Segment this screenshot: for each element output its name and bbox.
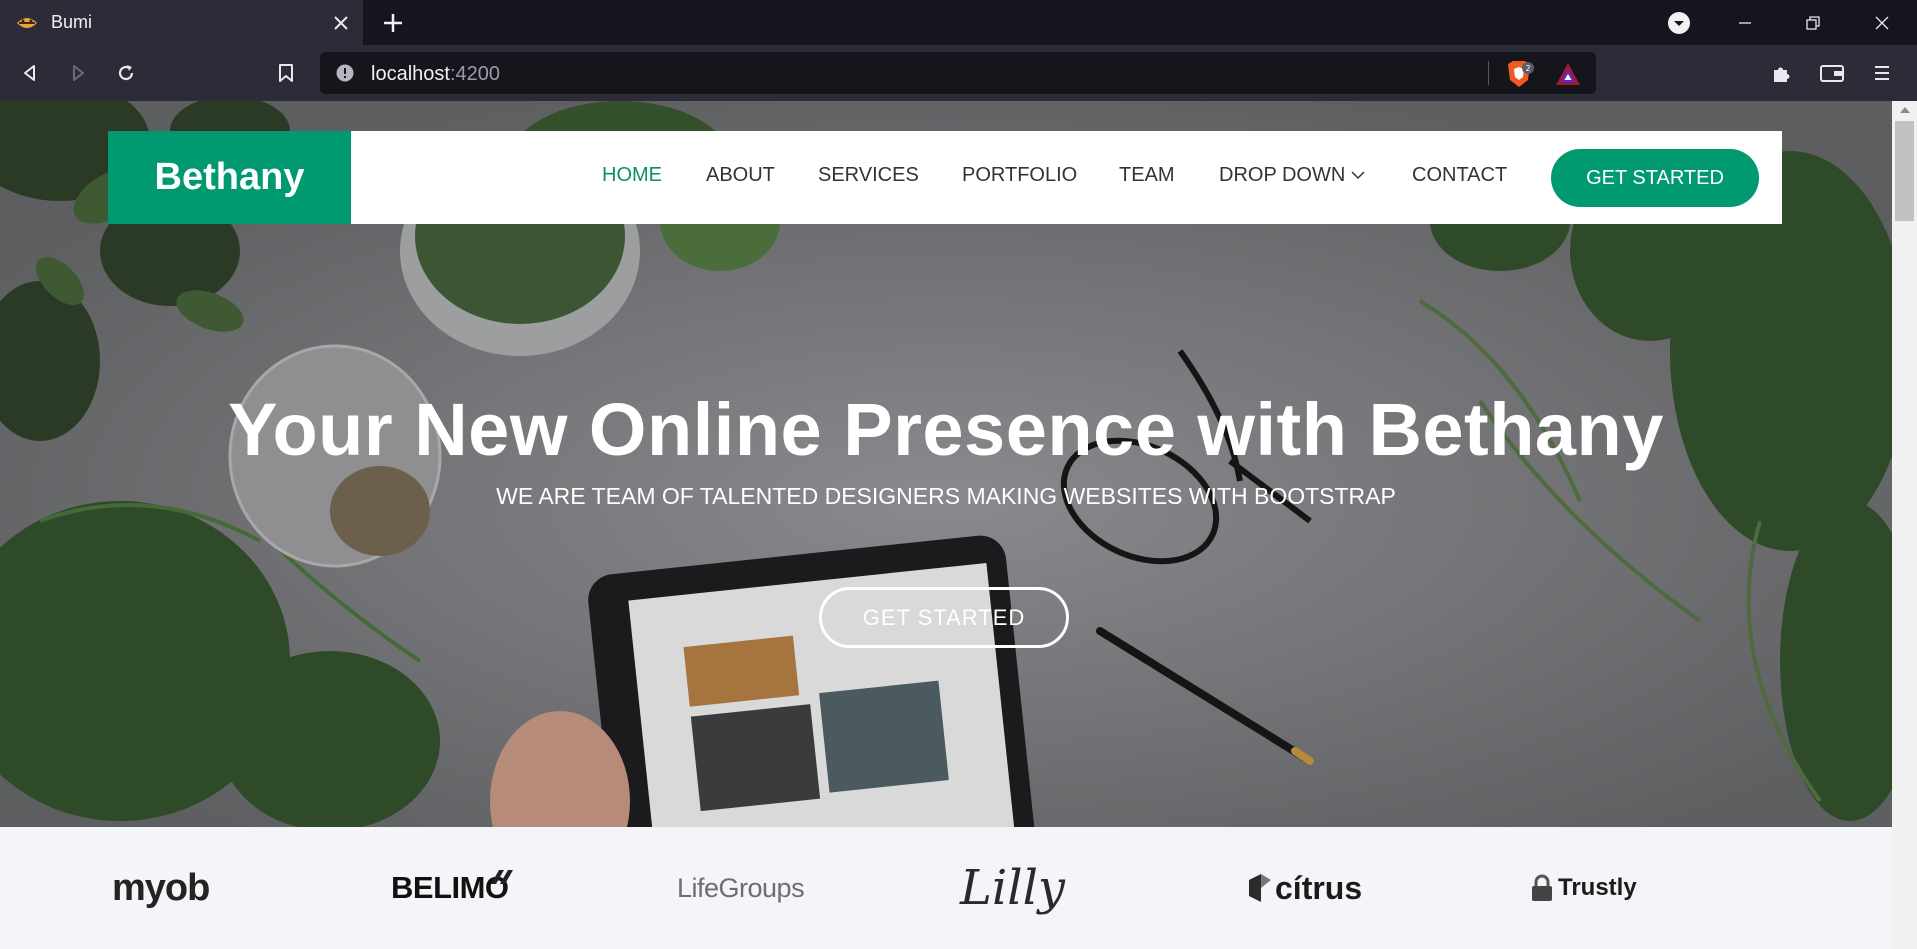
new-tab-icon[interactable] — [378, 8, 408, 38]
nav-team[interactable]: TEAM — [1119, 164, 1175, 187]
extensions-icon[interactable] — [1766, 57, 1798, 89]
page-scrollbar[interactable] — [1892, 101, 1917, 949]
client-logo-lifegroups[interactable]: LifeGroups — [677, 863, 805, 913]
nav-dropdown-label: DROP DOWN — [1219, 164, 1346, 186]
client-logo-myob[interactable]: myob — [112, 863, 210, 913]
belimo-mark-icon — [490, 870, 513, 884]
brave-shields-icon[interactable]: 2 — [1504, 60, 1534, 88]
back-icon[interactable] — [14, 57, 46, 89]
brave-rewards-icon[interactable] — [1554, 61, 1582, 87]
nav-services[interactable]: SERVICES — [818, 164, 919, 187]
clients-section: myob BELIMO LifeGroups Lilly cítrus Trus… — [0, 827, 1892, 949]
bumi-favicon-icon — [17, 17, 37, 28]
nav-home[interactable]: HOME — [602, 164, 662, 187]
browser-tab[interactable]: Bumi — [0, 0, 363, 45]
hero-subtitle: WE ARE TEAM OF TALENTED DESIGNERS MAKING… — [496, 483, 1396, 509]
url-text[interactable]: localhost:4200 — [371, 63, 500, 86]
address-bar[interactable]: localhost:4200 2 — [320, 52, 1596, 94]
scrollbar-thumb[interactable] — [1895, 121, 1914, 221]
hero-title: Your New Online Presence with Bethany — [228, 388, 1664, 471]
site-info-icon[interactable] — [336, 64, 354, 82]
tab-search-icon[interactable] — [1666, 10, 1692, 36]
nav-contact[interactable]: CONTACT — [1412, 164, 1507, 187]
trustly-mark-icon — [1532, 874, 1552, 901]
browser-tab-bar: Bumi — [0, 0, 1917, 45]
brand-logo[interactable]: Bethany — [108, 131, 351, 224]
nav-portfolio[interactable]: PORTFOLIO — [962, 164, 1077, 187]
get-started-nav-button[interactable]: GET STARTED — [1551, 149, 1759, 207]
citrus-mark-icon — [1249, 874, 1271, 902]
browser-toolbar: localhost:4200 2 — [0, 45, 1917, 101]
restore-icon[interactable] — [1783, 0, 1843, 45]
nav-about[interactable]: ABOUT — [706, 164, 775, 187]
hero-section: Bethany HOME ABOUT SERVICES PORTFOLIO TE… — [0, 101, 1892, 827]
forward-icon[interactable] — [62, 57, 94, 89]
client-logo-lilly[interactable]: Lilly — [960, 860, 1065, 916]
svg-text:2: 2 — [1525, 64, 1530, 73]
chevron-down-icon — [1351, 171, 1365, 180]
wallet-icon[interactable] — [1816, 57, 1848, 89]
client-logo-citrus[interactable]: cítrus — [1247, 863, 1362, 913]
client-logo-belimo[interactable]: BELIMO — [391, 863, 513, 913]
bookmark-icon[interactable] — [270, 57, 302, 89]
nav-dropdown[interactable]: DROP DOWN — [1219, 164, 1365, 187]
client-logo-trustly[interactable]: Trustly — [1530, 863, 1637, 913]
tab-title: Bumi — [51, 12, 93, 32]
site-navbar: Bethany HOME ABOUT SERVICES PORTFOLIO TE… — [108, 131, 1782, 224]
menu-icon[interactable] — [1866, 57, 1898, 89]
reload-icon[interactable] — [110, 57, 142, 89]
get-started-hero-button[interactable]: GET STARTED — [819, 587, 1069, 648]
minimize-icon[interactable] — [1715, 0, 1775, 45]
close-tab-icon[interactable] — [327, 9, 355, 37]
close-window-icon[interactable] — [1852, 0, 1912, 45]
scroll-up-arrow-icon[interactable] — [1900, 107, 1910, 113]
brand-name: Bethany — [154, 156, 305, 198]
page-viewport: Bethany HOME ABOUT SERVICES PORTFOLIO TE… — [0, 101, 1917, 949]
url-divider — [1488, 61, 1489, 85]
